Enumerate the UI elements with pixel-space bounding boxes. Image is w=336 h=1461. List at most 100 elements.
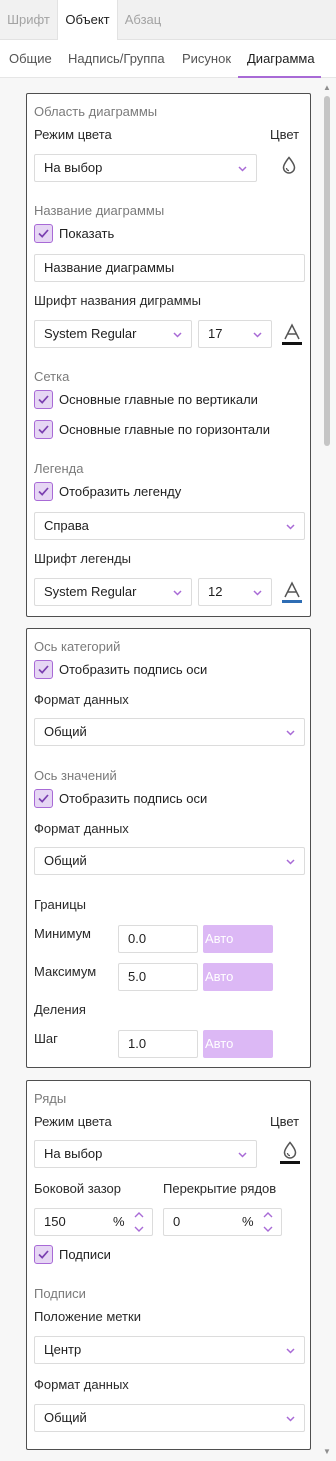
- show-legend-label: Отобразить легенду: [59, 484, 182, 499]
- grid-section: Сетка: [34, 369, 70, 384]
- series-section: Ряды: [34, 1091, 67, 1106]
- tab-paragraph[interactable]: Абзац: [118, 0, 168, 40]
- category-axis-show-label: Отобразить подпись оси: [59, 662, 208, 677]
- subtab-chart[interactable]: Диаграмма: [247, 40, 315, 78]
- top-tab-bar: Шрифт Объект Абзац: [0, 0, 336, 41]
- series-panel: Ряды Режим цвета Цвет На выбор Боковой з…: [26, 1080, 311, 1450]
- step-value: 1.0: [128, 1036, 147, 1051]
- chevron-down-icon: [286, 1414, 295, 1423]
- labels-checkbox-label: Подписи: [59, 1247, 111, 1262]
- min-auto-button[interactable]: Авто: [203, 925, 273, 953]
- gap-percent: %: [113, 1214, 125, 1229]
- divisions-label: Деления: [34, 1002, 86, 1017]
- bounds-label: Границы: [34, 897, 86, 912]
- font-color-icon[interactable]: [281, 323, 303, 350]
- axes-panel: Ось категорий Отобразить подпись оси Фор…: [26, 628, 311, 1068]
- label-position-label: Положение метки: [34, 1309, 141, 1324]
- min-input[interactable]: 0.0: [118, 925, 198, 953]
- step-label: Шаг: [34, 1031, 58, 1046]
- legend-font-family-select[interactable]: System Regular: [34, 578, 192, 606]
- title-font-family-select[interactable]: System Regular: [34, 320, 192, 348]
- legend-font-label: Шрифт легенды: [34, 551, 131, 566]
- color-mode-select[interactable]: На выбор: [34, 154, 257, 182]
- legend-font-size-select[interactable]: 12: [198, 578, 272, 606]
- min-value: 0.0: [128, 931, 147, 946]
- chart-area-panel: Область диаграммы Режим цвета Цвет На вы…: [26, 93, 311, 617]
- subtab-general[interactable]: Общие: [9, 40, 52, 78]
- overlap-value: 0: [173, 1214, 181, 1229]
- value-format-value: Общий: [44, 853, 87, 868]
- series-format-label: Формат данных: [34, 1377, 129, 1392]
- gap-label: Боковой зазор: [34, 1181, 122, 1196]
- min-label: Минимум: [34, 926, 91, 941]
- chart-title-section: Название диаграммы: [34, 203, 165, 218]
- subtab-picture[interactable]: Рисунок: [182, 40, 231, 78]
- legend-font-size-value: 12: [208, 584, 223, 599]
- sub-tab-bar: Общие Надпись/Группа Рисунок Диаграмма: [0, 40, 336, 78]
- step-auto-button[interactable]: Авто: [203, 1030, 273, 1058]
- show-title-checkbox[interactable]: [34, 224, 53, 243]
- scroll-up-arrow-icon[interactable]: ▲: [323, 84, 331, 92]
- grid-horizontal-label: Основные главные по горизонтали: [59, 422, 271, 437]
- title-font-label: Шрифт названия диграммы: [34, 293, 201, 308]
- max-auto-button[interactable]: Авто: [203, 963, 273, 991]
- drop-icon[interactable]: [281, 156, 297, 177]
- max-value: 5.0: [128, 969, 147, 984]
- step-input[interactable]: 1.0: [118, 1030, 198, 1058]
- chevron-down-icon: [286, 728, 295, 737]
- overlap-input[interactable]: 0 %: [163, 1208, 282, 1236]
- overlap-percent: %: [242, 1214, 254, 1229]
- chevron-down-icon: [253, 330, 262, 339]
- color-mode-label: Режим цвета: [34, 127, 112, 142]
- category-format-value: Общий: [44, 724, 87, 739]
- legend-section: Легенда: [34, 461, 84, 476]
- scrollbar-thumb[interactable]: [324, 96, 330, 446]
- chevron-down-icon: [238, 164, 247, 173]
- chevron-down-icon: [173, 588, 182, 597]
- chevron-down-icon: [253, 588, 262, 597]
- label-position-select[interactable]: Центр: [34, 1336, 305, 1364]
- chevron-down-icon: [286, 522, 295, 531]
- grid-vertical-checkbox[interactable]: [34, 390, 53, 409]
- tab-object[interactable]: Объект: [57, 0, 118, 41]
- chevron-down-icon: [238, 1150, 247, 1159]
- chevron-down-icon: [286, 1346, 295, 1355]
- show-title-label: Показать: [59, 226, 115, 241]
- labels-checkbox[interactable]: [34, 1245, 53, 1264]
- tab-font[interactable]: Шрифт: [0, 0, 57, 40]
- subtab-textbox-group[interactable]: Надпись/Группа: [68, 40, 165, 78]
- chart-title-input[interactable]: Название диаграммы: [34, 254, 305, 282]
- series-color-mode-value: На выбор: [44, 1146, 103, 1161]
- max-input[interactable]: 5.0: [118, 963, 198, 991]
- title-font-size-value: 17: [208, 326, 223, 341]
- chart-title-value: Название диаграммы: [44, 260, 175, 275]
- drop-icon[interactable]: [279, 1141, 301, 1169]
- font-color-icon[interactable]: [281, 581, 303, 608]
- value-axis-show-checkbox[interactable]: [34, 789, 53, 808]
- legend-position-value: Справа: [44, 518, 89, 533]
- scroll-down-arrow-icon[interactable]: ▼: [323, 1448, 331, 1456]
- series-color-mode-label: Режим цвета: [34, 1114, 112, 1129]
- gap-input[interactable]: 150 %: [34, 1208, 153, 1236]
- value-format-label: Формат данных: [34, 821, 129, 836]
- grid-vertical-label: Основные главные по вертикали: [59, 392, 258, 407]
- series-color-label: Цвет: [270, 1114, 300, 1129]
- value-format-select[interactable]: Общий: [34, 847, 305, 875]
- labels-section: Подписи: [34, 1286, 86, 1301]
- gap-stepper[interactable]: [134, 1211, 144, 1236]
- category-format-label: Формат данных: [34, 692, 129, 707]
- grid-horizontal-checkbox[interactable]: [34, 420, 53, 439]
- category-axis-show-checkbox[interactable]: [34, 660, 53, 679]
- overlap-stepper[interactable]: [263, 1211, 273, 1236]
- color-label: Цвет: [270, 127, 300, 142]
- title-font-size-select[interactable]: 17: [198, 320, 272, 348]
- category-format-select[interactable]: Общий: [34, 718, 305, 746]
- color-mode-value: На выбор: [44, 160, 103, 175]
- label-position-value: Центр: [44, 1342, 82, 1357]
- show-legend-checkbox[interactable]: [34, 482, 53, 501]
- legend-position-select[interactable]: Справа: [34, 512, 305, 540]
- chevron-down-icon: [173, 330, 182, 339]
- series-format-select[interactable]: Общий: [34, 1404, 305, 1432]
- legend-font-family-value: System Regular: [44, 584, 137, 599]
- series-color-mode-select[interactable]: На выбор: [34, 1140, 257, 1168]
